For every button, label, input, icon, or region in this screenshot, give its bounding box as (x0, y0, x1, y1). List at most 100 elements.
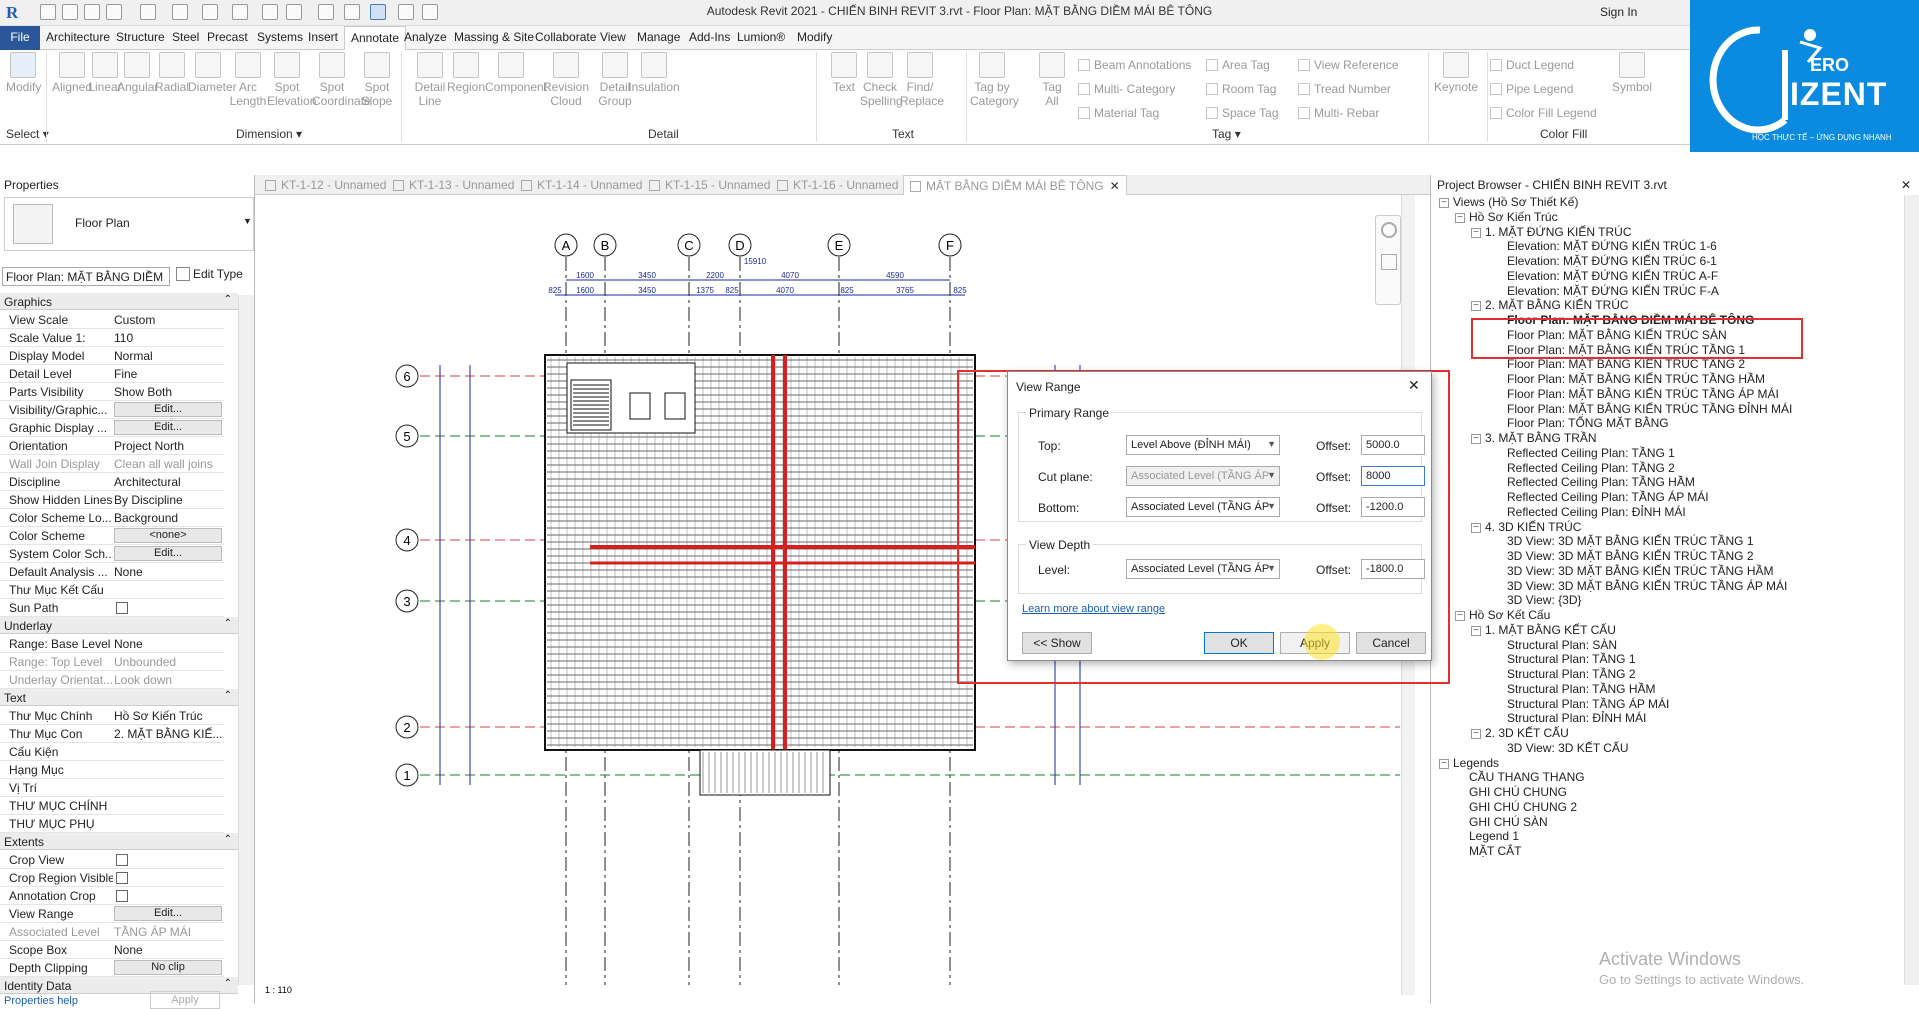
property-row[interactable]: Range: Base Level None (0, 635, 224, 653)
property-row[interactable]: Annotation Crop (0, 887, 224, 905)
browser-node[interactable]: 3D View: 3D MẶT BẰNG KIẾN TRÚC TẦNG 2 (1507, 549, 1754, 563)
color-fill-button-2[interactable]: Color Fill Legend (1490, 106, 1597, 120)
properties-help-link[interactable]: Properties help (4, 995, 78, 1007)
browser-node[interactable]: Structural Plan: TẦNG ÁP MÁI (1507, 697, 1669, 711)
cut-offset-input[interactable]: 8000 (1361, 466, 1425, 486)
browser-node[interactable]: Structural Plan: TẦNG 1 (1507, 652, 1636, 666)
tag-small-button-4[interactable]: Room Tag (1206, 82, 1276, 96)
property-edit-button[interactable]: Edit... (114, 546, 222, 561)
steering-wheel-icon[interactable] (1381, 222, 1397, 238)
tab-lumion[interactable]: Lumion® (737, 30, 785, 44)
property-value[interactable]: 2. MẶT BẰNG KIẾ... (114, 727, 224, 741)
tab-collaborate[interactable]: Collaborate (535, 30, 596, 44)
bottom-offset-input[interactable]: -1200.0 (1361, 497, 1425, 517)
property-value[interactable]: None (114, 565, 224, 579)
tab-view[interactable]: View (600, 30, 626, 44)
browser-node[interactable]: 3D View: 3D KẾT CẤU (1507, 741, 1629, 755)
property-value[interactable]: None (114, 943, 224, 957)
tab-structure[interactable]: Structure (116, 30, 165, 44)
property-row[interactable]: Detail Level Fine (0, 365, 224, 383)
property-value[interactable]: Clean all wall joins (114, 457, 224, 471)
property-row[interactable]: Graphic Display ... Edit... (0, 419, 224, 437)
browser-node[interactable]: Hồ Sơ Kết Cấu (1469, 608, 1550, 622)
text-button-0[interactable]: Text (824, 52, 864, 94)
tab-annotate[interactable]: Annotate (344, 26, 407, 51)
browser-node[interactable]: Floor Plan: MẶT BẰNG KIẾN TRÚC TẦNG ĐỈNH… (1507, 402, 1792, 416)
property-checkbox[interactable] (116, 872, 128, 884)
browser-node[interactable]: Floor Plan: MẶT BẰNG KIẾN TRÚC TẦNG ÁP M… (1507, 387, 1779, 401)
property-row[interactable]: Sun Path (0, 599, 224, 617)
property-row[interactable]: View Range Edit... (0, 905, 224, 923)
tab-insert[interactable]: Insert (308, 30, 338, 44)
zoom-icon[interactable] (1381, 254, 1397, 270)
browser-node[interactable]: Hồ Sơ Kiến Trúc (1469, 210, 1558, 224)
close-icon[interactable]: ✕ (1901, 178, 1911, 192)
property-row[interactable]: System Color Sch... Edit... (0, 545, 224, 563)
dimension-button-7[interactable]: Spot Coordinate (312, 52, 371, 108)
collapse-icon[interactable]: − (1439, 198, 1449, 208)
browser-node[interactable]: 3. MẶT BẰNG TRẦN (1485, 431, 1597, 445)
property-row[interactable]: Crop Region Visible (0, 869, 224, 887)
close-icon[interactable]: ✕ (1408, 377, 1420, 394)
browser-node[interactable]: Structural Plan: TẦNG HẦM (1507, 682, 1656, 696)
collapse-icon[interactable]: − (1455, 212, 1465, 223)
browser-node[interactable]: Floor Plan: TỔNG MẶT BẰNG (1507, 416, 1669, 430)
tag-panel-label[interactable]: Tag ▾ (1212, 127, 1241, 141)
tab-add-ins[interactable]: Add-Ins (689, 30, 730, 44)
collapse-icon[interactable]: ⌃ (224, 690, 232, 701)
browser-node[interactable]: 3D View: 3D MẶT BẰNG KIẾN TRÚC TẦNG ÁP M… (1507, 579, 1787, 593)
property-edit-button[interactable]: Edit... (114, 420, 222, 435)
collapse-icon[interactable]: − (1471, 729, 1481, 739)
browser-node[interactable]: Structural Plan: SÀN (1507, 638, 1617, 652)
top-offset-input[interactable]: 5000.0 (1361, 435, 1425, 455)
property-checkbox[interactable] (116, 854, 128, 866)
dimension-button-3[interactable]: Radial (152, 52, 192, 94)
cancel-button[interactable]: Cancel (1356, 632, 1426, 654)
property-value[interactable]: Hồ Sơ Kiến Trúc (114, 709, 224, 723)
browser-node[interactable]: GHI CHÚ CHUNG (1469, 785, 1567, 799)
browser-node[interactable]: Elevation: MẶT ĐỨNG KIẾN TRÚC A-F (1507, 269, 1718, 283)
depth-level-select[interactable]: Associated Level (TẦNG ÁP ▼ (1126, 559, 1280, 579)
properties-apply-button[interactable]: Apply (150, 991, 220, 1009)
doc-tab-1[interactable]: KT-1-13 - Unnamed (393, 178, 514, 192)
detail-button-3[interactable]: Revision Cloud (540, 52, 592, 108)
property-value[interactable]: Fine (114, 367, 224, 381)
property-row[interactable]: Associated Level TẦNG ÁP MÁI (0, 923, 224, 941)
property-value[interactable]: Look down (114, 673, 224, 687)
color-fill-button-0[interactable]: Duct Legend (1490, 58, 1574, 72)
dimension-button-4[interactable]: Diameter (188, 52, 237, 94)
detail-button-2[interactable]: Component (485, 52, 547, 94)
property-row[interactable]: Depth Clipping No clip (0, 959, 224, 977)
property-row[interactable]: Scope Box None (0, 941, 224, 959)
tag-small-button-3[interactable]: Area Tag (1206, 58, 1270, 72)
property-row[interactable]: Visibility/Graphic... Edit... (0, 401, 224, 419)
property-row[interactable]: Thư Mục Kết Cấu (0, 581, 224, 599)
property-value[interactable]: Unbounded (114, 655, 224, 669)
browser-node[interactable]: CẦU THANG THANG (1469, 770, 1585, 784)
property-row[interactable]: Wall Join Display Clean all wall joins (0, 455, 224, 473)
doc-tab-4[interactable]: KT-1-16 - Unnamed (777, 178, 898, 192)
category-graphics[interactable]: Graphics ⌃ (0, 293, 238, 310)
property-row[interactable]: Discipline Architectural (0, 473, 224, 491)
property-row[interactable]: Thư Mục Con 2. MẶT BẰNG KIẾ... (0, 725, 224, 743)
ok-button[interactable]: OK (1204, 632, 1274, 654)
tag-small-button-8[interactable]: Multi- Rebar (1298, 106, 1379, 120)
browser-node[interactable]: 2. 3D KẾT CẤU (1485, 726, 1569, 740)
select-panel-label[interactable]: Select ▾ (6, 127, 49, 141)
property-row[interactable]: Thư Mục Chính Hồ Sơ Kiến Trúc (0, 707, 224, 725)
properties-scrollbar[interactable] (238, 295, 254, 985)
property-row[interactable]: Orientation Project North (0, 437, 224, 455)
property-row[interactable]: Hạng Mục (0, 761, 224, 779)
property-row[interactable]: Default Analysis ... None (0, 563, 224, 581)
browser-node[interactable]: Reflected Ceiling Plan: TẦNG 1 (1507, 446, 1675, 460)
property-edit-button[interactable]: Edit... (114, 906, 222, 921)
detail-button-5[interactable]: Insulation (628, 52, 680, 94)
property-checkbox[interactable] (116, 890, 128, 902)
property-row[interactable]: Cấu Kiện (0, 743, 224, 761)
category-text[interactable]: Text ⌃ (0, 689, 238, 706)
tab-file[interactable]: File (0, 26, 40, 50)
browser-node[interactable]: GHI CHÚ SÀN (1469, 815, 1548, 829)
property-row[interactable]: THƯ MỤC CHÍNH (0, 797, 224, 815)
doc-tab-3[interactable]: KT-1-15 - Unnamed (649, 178, 770, 192)
collapse-icon[interactable]: − (1471, 301, 1481, 312)
